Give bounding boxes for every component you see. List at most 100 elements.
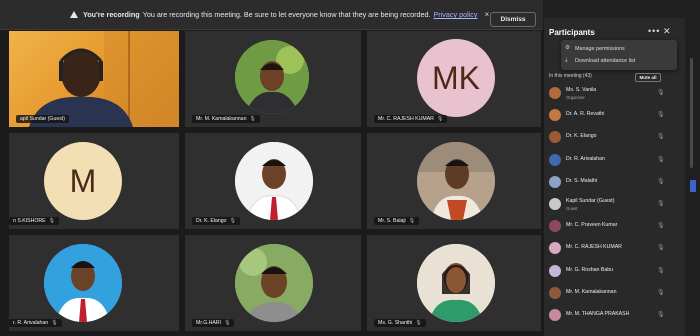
teams-meeting-window: You're recording You are recording this … bbox=[0, 0, 700, 336]
mic-off-icon[interactable]: 🎙 bbox=[657, 200, 665, 207]
participant-name: Mr. C. RAJESH KUMAR bbox=[378, 116, 434, 122]
avatar-initials: MK bbox=[432, 59, 480, 96]
participant-name: Dr. K. Elango bbox=[566, 133, 597, 140]
permissions-icon: ⚙ bbox=[565, 45, 570, 51]
video-tile[interactable]: Mr. S. Balaji 🎙 bbox=[367, 133, 541, 229]
participant-name-tag: Mr. C. RAJESH KUMAR 🎙 bbox=[374, 115, 448, 123]
participant-name: Dr. R. Arivalahan bbox=[566, 155, 605, 162]
mic-off-icon[interactable]: 🎙 bbox=[657, 89, 665, 96]
avatar-photo bbox=[417, 142, 495, 220]
video-tile[interactable]: MK Mr. C. RAJESH KUMAR 🎙 bbox=[367, 31, 541, 127]
mic-off-icon[interactable]: 🎙 bbox=[657, 267, 665, 274]
participant-name-tag: Mr. S. Balaji 🎙 bbox=[374, 217, 420, 225]
participant-name: Ms. S. Vanila bbox=[566, 87, 597, 93]
more-options-icon[interactable]: ••• bbox=[648, 26, 660, 36]
participant-avatar bbox=[417, 244, 495, 322]
menu-item-download-attendance[interactable]: Download attendance list bbox=[575, 58, 635, 64]
participant-name: Mr. M. Kamalakannan bbox=[196, 116, 247, 122]
mic-off-icon[interactable]: 🎙 bbox=[657, 156, 665, 163]
video-tile[interactable]: r. R. Arivalahan 🎙 bbox=[9, 235, 179, 331]
participant-avatar bbox=[417, 142, 495, 220]
mic-off-icon: 🎙 bbox=[436, 116, 444, 122]
participant-name: Dr. K. Elango bbox=[196, 218, 227, 224]
participant-row[interactable]: Dr. A. R. Revathi 🎙 bbox=[544, 106, 674, 126]
close-icon[interactable]: ✕ bbox=[663, 26, 671, 37]
mic-off-icon[interactable]: 🎙 bbox=[657, 178, 665, 185]
video-tile[interactable]: M n S.KISHORE 🎙 bbox=[9, 133, 179, 229]
mic-off-icon[interactable]: 🎙 bbox=[657, 222, 665, 229]
mic-off-icon: 🎙 bbox=[229, 218, 236, 224]
mic-off-icon[interactable]: 🎙 bbox=[657, 244, 665, 251]
privacy-policy-link[interactable]: Privacy policy bbox=[434, 10, 478, 19]
download-icon: ⤓ bbox=[565, 57, 568, 63]
mic-off-icon: 🎙 bbox=[408, 218, 416, 224]
participant-avatar: M bbox=[44, 142, 122, 220]
video-tile[interactable]: apil Sundar (Guest) bbox=[9, 31, 179, 127]
participant-name: apil Sundar (Guest) bbox=[20, 116, 65, 122]
participant-avatar: MK bbox=[417, 39, 495, 117]
avatar bbox=[549, 264, 561, 277]
participant-row[interactable]: Kapil Sundar (Guest) Guest 🎙 bbox=[544, 195, 674, 215]
participant-avatar bbox=[235, 244, 313, 322]
participant-row[interactable]: Mr. M. THANGA PRAKASH 🎙 bbox=[544, 306, 674, 326]
side-strip bbox=[690, 180, 696, 192]
participant-avatar bbox=[235, 142, 313, 220]
participant-name: Mr. G. Roshan Babu bbox=[566, 266, 613, 273]
participant-name: Dr. S. Malathi bbox=[566, 177, 598, 184]
mic-off-icon: 🎙 bbox=[249, 116, 256, 122]
participant-avatar bbox=[44, 244, 122, 322]
participant-row[interactable]: Mr. G. Roshan Babu 🎙 bbox=[544, 262, 674, 282]
participant-row[interactable]: Mr. C. RAJESH KUMAR 🎙 bbox=[544, 239, 674, 259]
avatar-photo bbox=[235, 244, 313, 322]
participant-row[interactable]: Ms. S. Vanila Organizer 🎙 bbox=[544, 84, 674, 104]
participant-video bbox=[29, 31, 179, 127]
participant-name: n S.KISHORE bbox=[13, 218, 46, 224]
video-tile[interactable]: Mr. M. Kamalakannan 🎙 bbox=[185, 31, 361, 127]
avatar bbox=[549, 175, 561, 188]
video-tile[interactable]: Dr. K. Elango 🎙 bbox=[185, 133, 361, 229]
participant-row[interactable]: Dr. S. Malathi 🎙 bbox=[544, 173, 674, 193]
mic-off-icon: 🎙 bbox=[224, 320, 231, 326]
avatar bbox=[549, 87, 561, 99]
scrollbar-thumb[interactable] bbox=[690, 58, 693, 168]
participant-name-tag: r. R. Arivalahan 🎙 bbox=[9, 319, 62, 327]
scrollbar[interactable] bbox=[685, 18, 700, 336]
mic-off-icon[interactable]: 🎙 bbox=[657, 111, 665, 118]
avatar bbox=[549, 242, 561, 255]
banner-close-icon[interactable]: × bbox=[484, 10, 489, 19]
avatar bbox=[549, 220, 561, 233]
participant-row[interactable]: Dr. R. Arivalahan 🎙 bbox=[544, 151, 674, 171]
avatar-photo bbox=[235, 40, 309, 114]
participant-name: r. R. Arivalahan bbox=[13, 320, 49, 326]
avatar bbox=[549, 309, 561, 321]
dismiss-button[interactable]: Dismiss bbox=[490, 12, 536, 27]
avatar-photo bbox=[44, 244, 122, 322]
warning-icon bbox=[70, 11, 78, 18]
section-header[interactable]: In this meeting (43) bbox=[549, 73, 592, 79]
participant-name-tag: Mr.G.HARI 🎙 bbox=[192, 319, 235, 327]
mic-off-icon[interactable]: 🎙 bbox=[657, 133, 665, 140]
mic-off-icon: 🎙 bbox=[415, 320, 422, 326]
participant-name-tag: Mr. M. Kamalakannan 🎙 bbox=[192, 115, 260, 123]
participant-name-tag: Dr. K. Elango 🎙 bbox=[192, 217, 240, 225]
video-tile[interactable]: Ms. G. Shanthi 🎙 bbox=[367, 235, 541, 331]
participant-name: Mr. C. RAJESH KUMAR bbox=[566, 244, 622, 251]
panel-title: Participants bbox=[549, 28, 595, 37]
mute-all-button[interactable]: Mute all bbox=[635, 73, 661, 82]
avatar bbox=[549, 131, 561, 144]
mic-off-icon[interactable]: 🎙 bbox=[657, 311, 665, 318]
avatar-photo bbox=[235, 142, 313, 220]
participant-row[interactable]: Dr. K. Elango 🎙 bbox=[544, 128, 674, 148]
participant-role: Guest bbox=[566, 206, 578, 211]
mic-off-icon[interactable]: 🎙 bbox=[657, 289, 665, 296]
participant-name: Kapil Sundar (Guest) bbox=[566, 198, 615, 204]
menu-item-manage-permissions[interactable]: Manage permissions bbox=[575, 46, 625, 52]
avatar bbox=[549, 109, 561, 122]
participant-name: Dr. A. R. Revathi bbox=[566, 111, 605, 118]
participant-name: Mr. S. Balaji bbox=[378, 218, 406, 224]
participant-row[interactable]: Mr. C. Praveen Kumar 🎙 bbox=[544, 217, 674, 237]
mic-off-icon: 🎙 bbox=[51, 320, 58, 326]
video-tile[interactable]: Mr.G.HARI 🎙 bbox=[185, 235, 361, 331]
participant-row[interactable]: Mr. M. Kamalakannan 🎙 bbox=[544, 284, 674, 304]
avatar-initials: M bbox=[69, 162, 97, 199]
